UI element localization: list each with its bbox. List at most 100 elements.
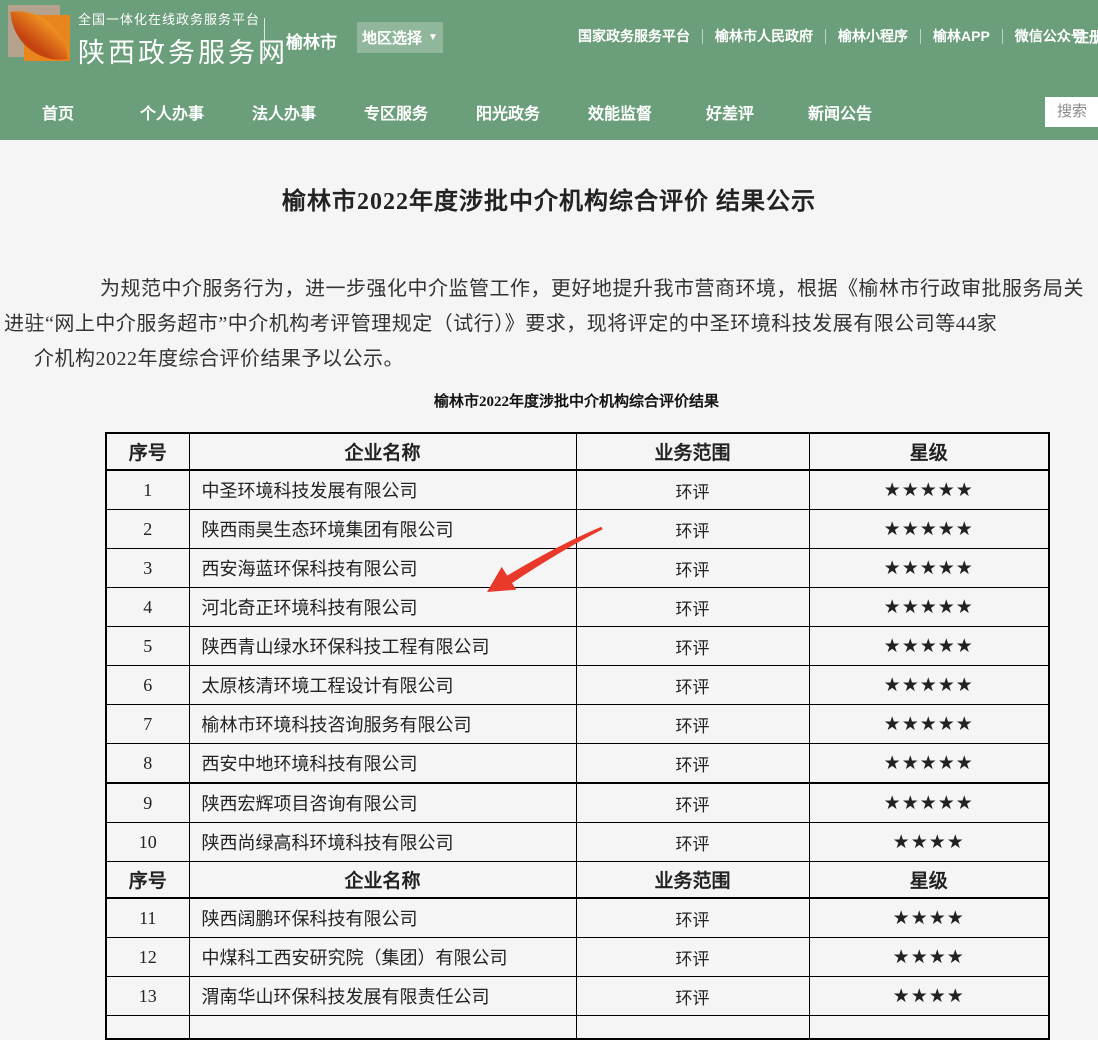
table-row: 9陕西宏辉项目咨询有限公司环评★★★★★ (106, 783, 1049, 823)
cell-star-rating: ★★★★★ (809, 588, 1049, 627)
nav-item-personal[interactable]: 个人办事 (140, 100, 204, 124)
main-nav: 首页 个人办事 法人办事 专区服务 阳光政务 效能监督 好差评 新闻公告 (0, 88, 1098, 132)
table-row: 8西安中地环境科技有限公司环评★★★★★ (106, 744, 1049, 784)
table-header-row: 序号企业名称业务范围星级 (106, 433, 1049, 470)
cell-index: 5 (106, 627, 189, 666)
link-yulin-government[interactable]: 榆林市人民政府 (715, 26, 813, 46)
link-separator (702, 29, 703, 44)
cell-business-scope: 环评 (576, 666, 809, 705)
table-row-partial (106, 1016, 1049, 1040)
cell-company-name: 西安海蓝环保科技有限公司 (189, 549, 576, 588)
link-yulin-app[interactable]: 榆林APP (933, 26, 990, 46)
cell-business-scope: 环评 (576, 898, 809, 938)
table-header-row: 序号企业名称业务范围星级 (106, 862, 1049, 899)
cell-business-scope: 环评 (576, 470, 809, 510)
column-header-3: 星级 (809, 862, 1049, 899)
paragraph-line: 介机构2022年度综合评价结果予以公示。 (34, 342, 404, 371)
nav-item-sunshine[interactable]: 阳光政务 (476, 100, 540, 124)
cell-company-name: 西安中地环境科技有限公司 (189, 744, 576, 784)
column-header-1: 企业名称 (189, 862, 576, 899)
current-city-label[interactable]: 榆林市 (286, 28, 337, 53)
cell-company-name: 中煤科工西安研究院（集团）有限公司 (189, 938, 576, 977)
table-row: 2陕西雨昊生态环境集团有限公司环评★★★★★ (106, 510, 1049, 549)
brand-block: 全国一体化在线政务服务平台 陕西政务服务网 (78, 9, 288, 70)
cell-company-name: 陕西雨昊生态环境集团有限公司 (189, 510, 576, 549)
page-title: 榆林市2022年度涉批中介机构综合评价 结果公示 (0, 181, 1098, 216)
cell-company-name: 陕西尚绿高科环境科技有限公司 (189, 823, 576, 862)
table-row: 10陕西尚绿高科环境科技有限公司环评★★★★ (106, 823, 1049, 862)
table-row: 3西安海蓝环保科技有限公司环评★★★★★ (106, 549, 1049, 588)
region-selector-button[interactable]: 地区选择 ▼ (357, 22, 443, 53)
cell-star-rating: ★★★★★ (809, 627, 1049, 666)
cell-index: 9 (106, 783, 189, 823)
cell-company-name: 陕西宏辉项目咨询有限公司 (189, 783, 576, 823)
link-yulin-miniprogram[interactable]: 榆林小程序 (838, 26, 908, 46)
table-row: 5陕西青山绿水环保科技工程有限公司环评★★★★★ (106, 627, 1049, 666)
empty-cell (106, 1016, 189, 1040)
site-header: 全国一体化在线政务服务平台 陕西政务服务网 榆林市 地区选择 ▼ 国家政务服务平… (0, 0, 1098, 140)
cell-company-name: 太原核清环境工程设计有限公司 (189, 666, 576, 705)
cell-star-rating: ★★★★★ (809, 783, 1049, 823)
nav-item-news[interactable]: 新闻公告 (808, 100, 872, 124)
empty-cell (189, 1016, 576, 1040)
cell-star-rating: ★★★★ (809, 977, 1049, 1016)
nav-item-supervision[interactable]: 效能监督 (588, 100, 652, 124)
nav-item-zones[interactable]: 专区服务 (364, 100, 428, 124)
cell-star-rating: ★★★★★ (809, 705, 1049, 744)
site-logo (8, 5, 78, 67)
table-caption: 榆林市2022年度涉批中介机构综合评价结果 (105, 390, 1048, 411)
cell-index: 3 (106, 549, 189, 588)
link-separator (920, 29, 921, 44)
table-row: 13渭南华山环保科技发展有限责任公司环评★★★★ (106, 977, 1049, 1016)
cell-business-scope: 环评 (576, 977, 809, 1016)
chevron-down-icon: ▼ (428, 32, 438, 43)
cell-business-scope: 环评 (576, 510, 809, 549)
cell-index: 7 (106, 705, 189, 744)
cell-star-rating: ★★★★ (809, 938, 1049, 977)
table-row: 12中煤科工西安研究院（集团）有限公司环评★★★★ (106, 938, 1049, 977)
cell-business-scope: 环评 (576, 549, 809, 588)
cell-star-rating: ★★★★ (809, 823, 1049, 862)
cell-company-name: 渭南华山环保科技发展有限责任公司 (189, 977, 576, 1016)
table-row: 11陕西阔鹏环保科技有限公司环评★★★★ (106, 898, 1049, 938)
cell-index: 4 (106, 588, 189, 627)
cell-business-scope: 环评 (576, 938, 809, 977)
search-input[interactable]: 搜索 (1045, 97, 1098, 127)
column-header-1: 企业名称 (189, 433, 576, 470)
column-header-2: 业务范围 (576, 862, 809, 899)
cell-star-rating: ★★★★★ (809, 666, 1049, 705)
cell-company-name: 榆林市环境科技咨询服务有限公司 (189, 705, 576, 744)
cell-company-name: 陕西阔鹏环保科技有限公司 (189, 898, 576, 938)
table-row: 4河北奇正环境科技有限公司环评★★★★★ (106, 588, 1049, 627)
nav-item-legal[interactable]: 法人办事 (252, 100, 316, 124)
top-links: 国家政务服务平台 榆林市人民政府 榆林小程序 榆林APP 微信公众号 (578, 26, 1085, 46)
table-row: 6太原核清环境工程设计有限公司环评★★★★★ (106, 666, 1049, 705)
cell-star-rating: ★★★★ (809, 898, 1049, 938)
empty-cell (576, 1016, 809, 1040)
cell-business-scope: 环评 (576, 823, 809, 862)
table-row: 1中圣环境科技发展有限公司环评★★★★★ (106, 470, 1049, 510)
cell-business-scope: 环评 (576, 783, 809, 823)
paragraph-line: 进驻“网上中介服务超市”中介机构考评管理规定（试行）》要求，现将评定的中圣环境科… (4, 307, 997, 336)
cell-star-rating: ★★★★★ (809, 744, 1049, 784)
cell-index: 6 (106, 666, 189, 705)
cell-business-scope: 环评 (576, 744, 809, 784)
region-selector-label: 地区选择 (362, 27, 422, 48)
link-national-platform[interactable]: 国家政务服务平台 (578, 26, 690, 46)
nav-item-home[interactable]: 首页 (42, 100, 74, 124)
empty-cell (809, 1016, 1049, 1040)
cell-index: 1 (106, 470, 189, 510)
cell-business-scope: 环评 (576, 588, 809, 627)
cell-index: 10 (106, 823, 189, 862)
cell-index: 13 (106, 977, 189, 1016)
cell-business-scope: 环评 (576, 705, 809, 744)
cell-company-name: 陕西青山绿水环保科技工程有限公司 (189, 627, 576, 666)
column-header-3: 星级 (809, 433, 1049, 470)
cell-business-scope: 环评 (576, 627, 809, 666)
cell-company-name: 中圣环境科技发展有限公司 (189, 470, 576, 510)
cell-star-rating: ★★★★★ (809, 549, 1049, 588)
cell-company-name: 河北奇正环境科技有限公司 (189, 588, 576, 627)
register-link[interactable]: 注册 (1074, 26, 1098, 47)
nav-item-rating[interactable]: 好差评 (706, 100, 754, 124)
cell-index: 11 (106, 898, 189, 938)
